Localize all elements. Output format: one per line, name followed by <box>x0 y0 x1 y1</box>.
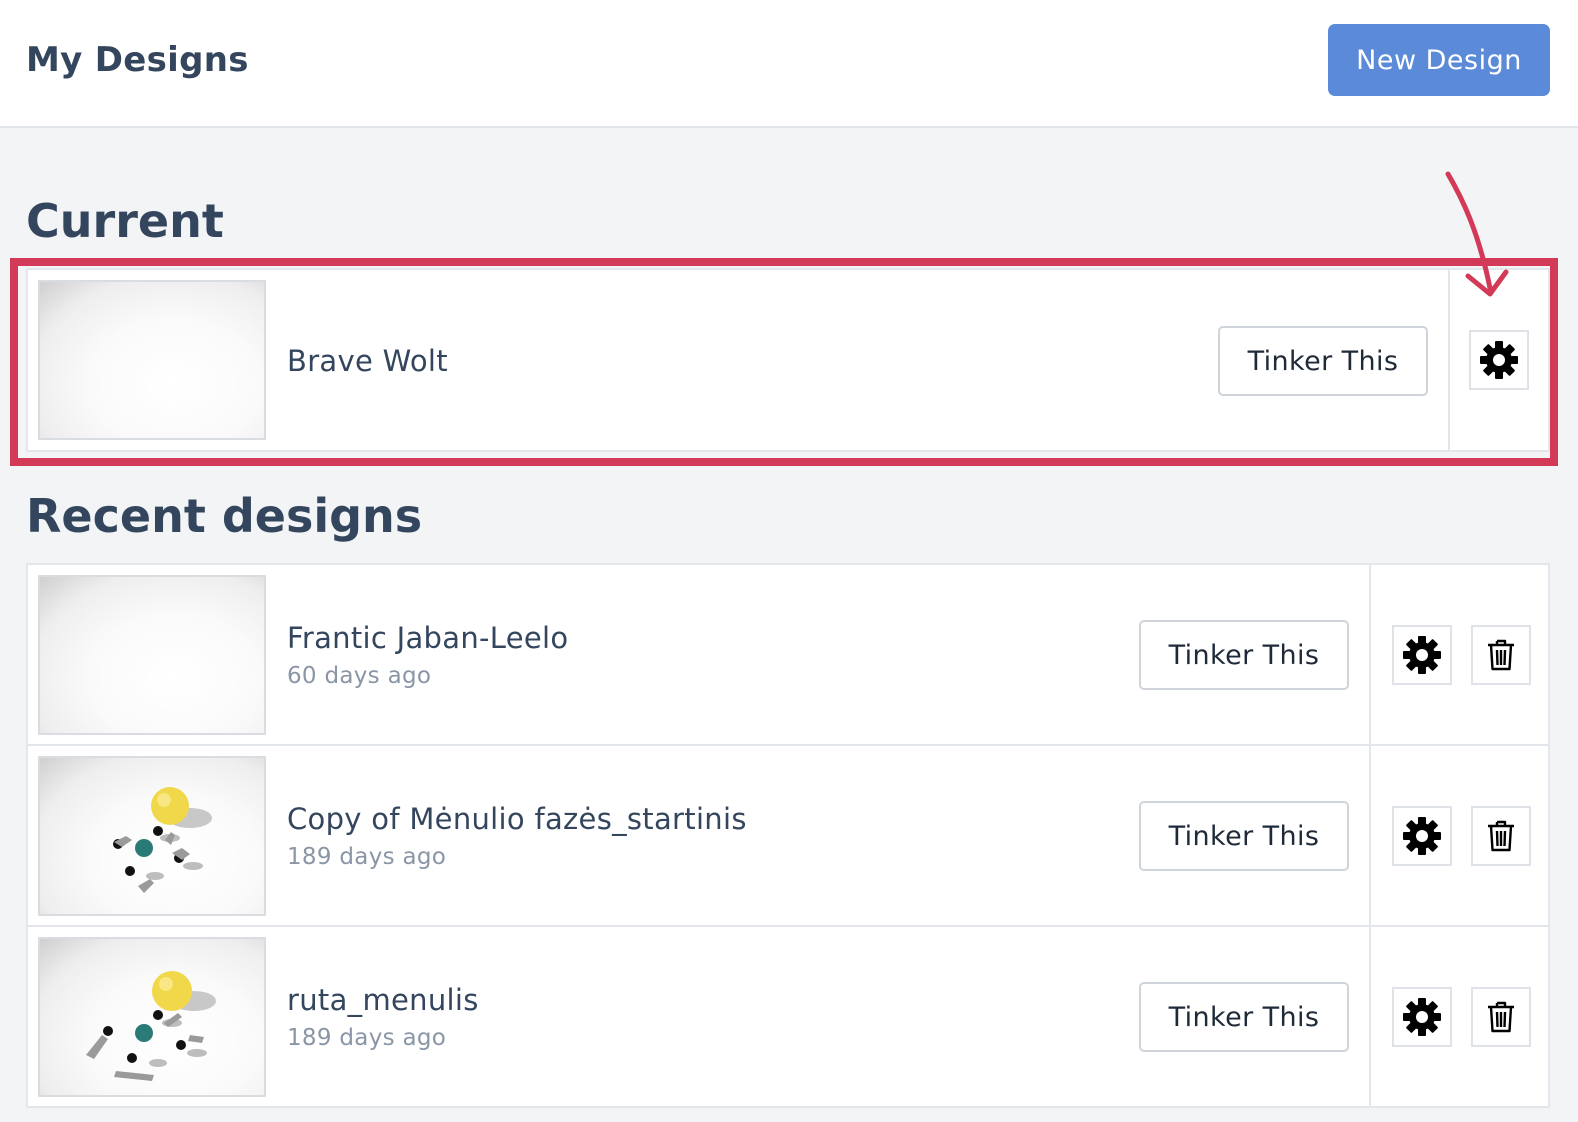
recent-design-row: Frantic Jaban-Leelo 60 days ago Tinker T… <box>26 563 1550 746</box>
design-name[interactable]: ruta_menulis <box>287 983 479 1017</box>
design-thumbnail[interactable] <box>38 280 266 440</box>
delete-button[interactable] <box>1471 806 1531 866</box>
design-name[interactable]: Frantic Jaban-Leelo <box>287 621 568 655</box>
design-age: 60 days ago <box>287 663 432 689</box>
gear-icon <box>1403 998 1441 1036</box>
design-name[interactable]: Brave Wolt <box>287 344 448 378</box>
recent-design-row: ruta_menulis 189 days ago Tinker This <box>26 925 1550 1108</box>
design-thumbnail[interactable] <box>38 575 266 735</box>
actions-column <box>1369 927 1550 1106</box>
design-age: 189 days ago <box>287 844 447 870</box>
settings-button[interactable] <box>1392 625 1452 685</box>
trash-icon <box>1488 820 1514 852</box>
actions-column <box>1369 565 1550 744</box>
current-section-title: Current <box>26 194 224 248</box>
gear-icon <box>1403 817 1441 855</box>
gear-icon <box>1403 636 1441 674</box>
design-age: 189 days ago <box>287 1025 447 1051</box>
scene-preview <box>86 971 216 1081</box>
page-title: My Designs <box>26 40 249 80</box>
design-thumbnail[interactable] <box>38 937 266 1097</box>
tinker-this-button[interactable]: Tinker This <box>1139 982 1349 1052</box>
actions-column <box>1448 270 1550 450</box>
design-name[interactable]: Copy of Mėnulio fazės_startinis <box>287 802 747 836</box>
recent-section-title: Recent designs <box>26 489 423 543</box>
settings-button[interactable] <box>1392 987 1452 1047</box>
trash-icon <box>1488 1001 1514 1033</box>
recent-design-row: Copy of Mėnulio fazės_startinis 189 days… <box>26 744 1550 927</box>
trash-icon <box>1488 639 1514 671</box>
scene-preview <box>113 787 212 893</box>
settings-button[interactable] <box>1469 330 1529 390</box>
gear-icon <box>1480 341 1518 379</box>
tinker-this-button[interactable]: Tinker This <box>1139 801 1349 871</box>
actions-column <box>1369 746 1550 925</box>
page-header: My Designs New Design <box>0 0 1578 128</box>
delete-button[interactable] <box>1471 625 1531 685</box>
tinker-this-button[interactable]: Tinker This <box>1139 620 1349 690</box>
current-design-row: Brave Wolt Tinker This <box>26 268 1550 452</box>
delete-button[interactable] <box>1471 987 1531 1047</box>
tinker-this-button[interactable]: Tinker This <box>1218 326 1428 396</box>
design-thumbnail[interactable] <box>38 756 266 916</box>
settings-button[interactable] <box>1392 806 1452 866</box>
new-design-button[interactable]: New Design <box>1328 24 1550 96</box>
